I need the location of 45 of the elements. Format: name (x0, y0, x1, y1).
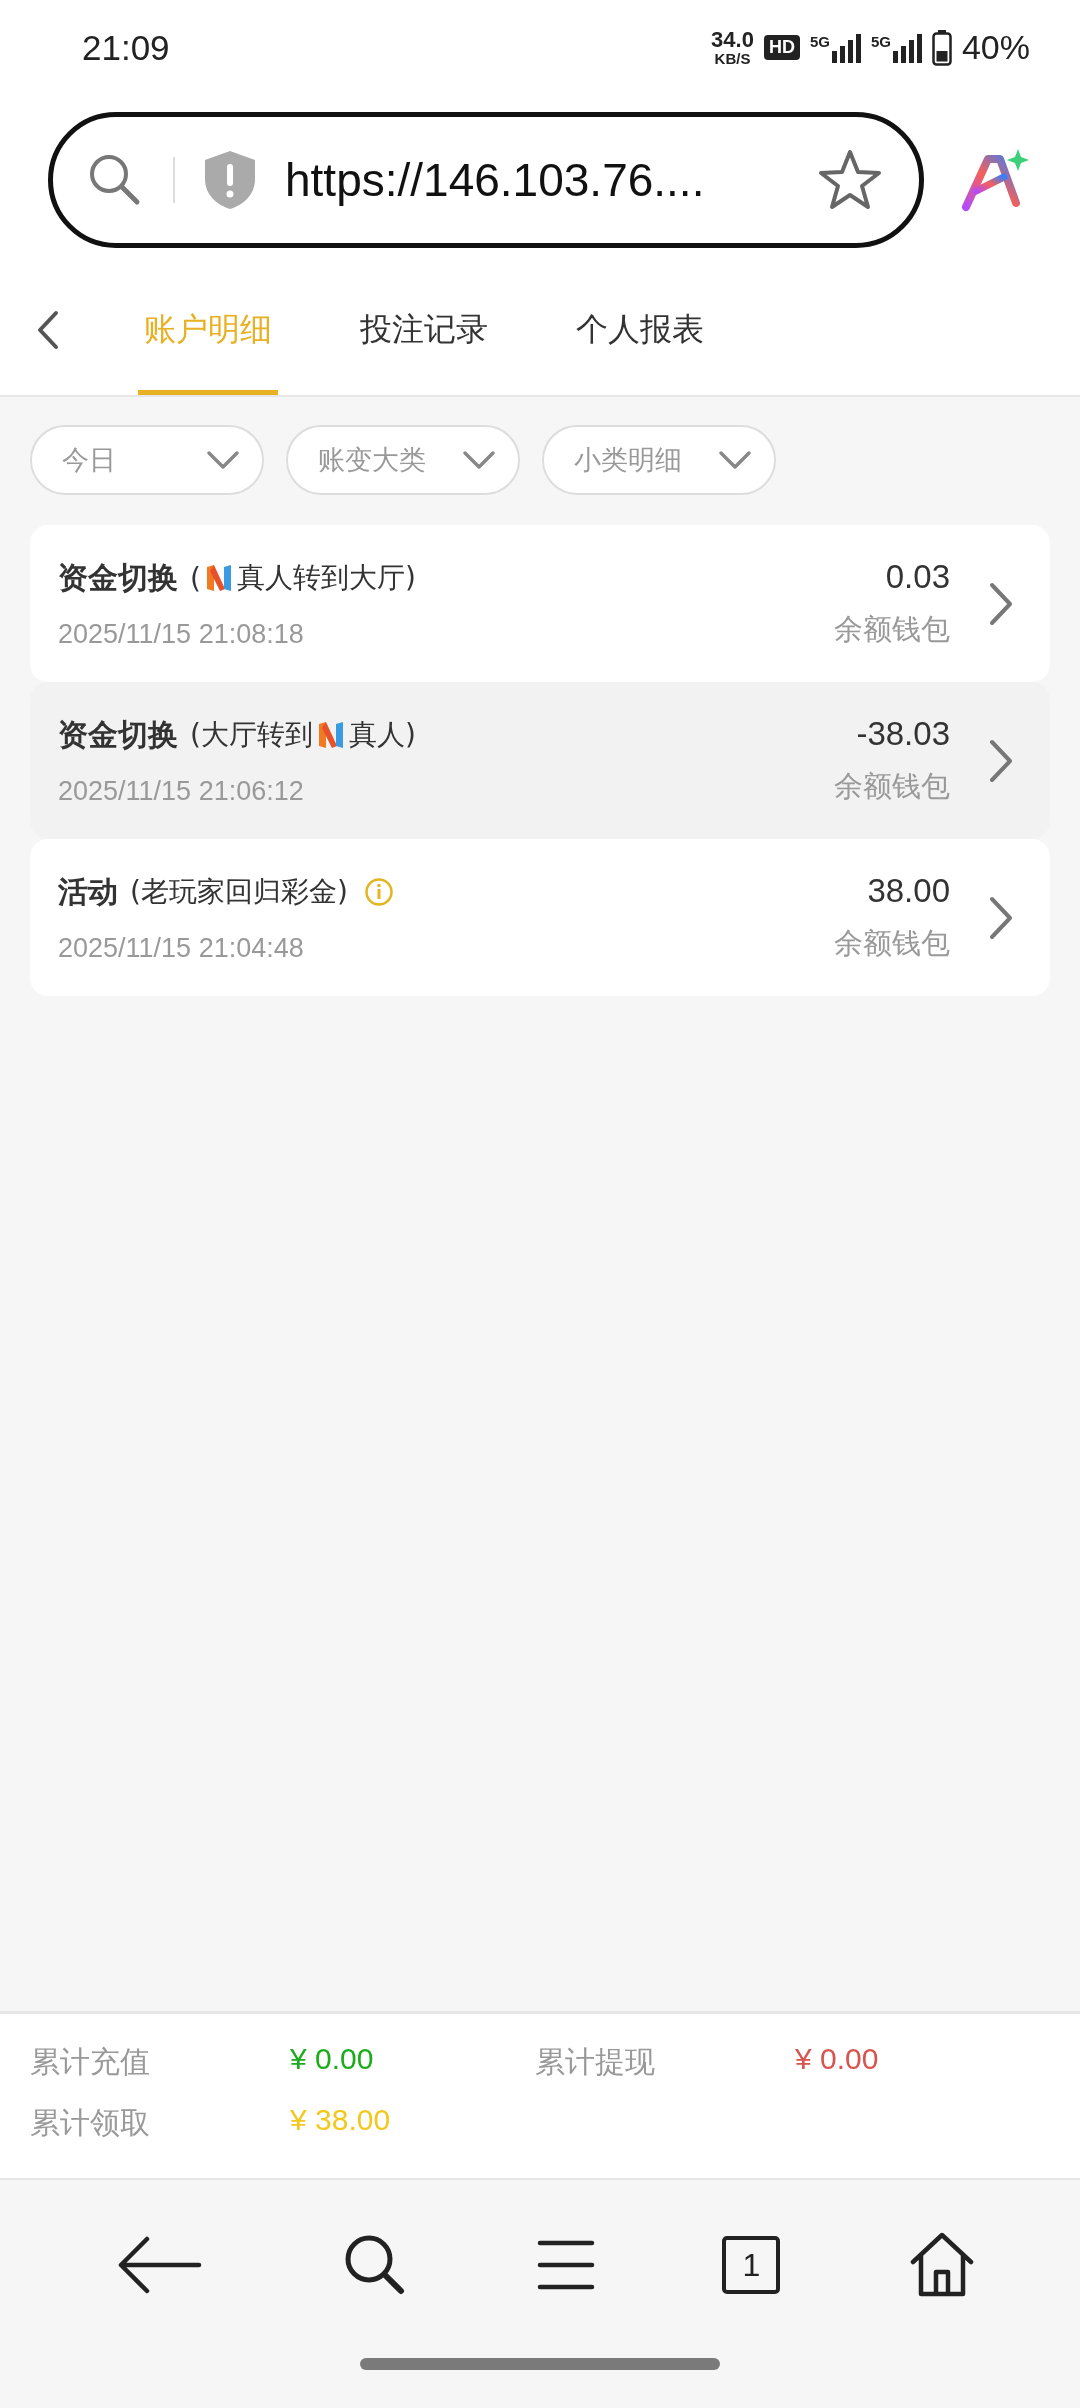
wallet-name: 余额钱包 (834, 610, 950, 648)
record-detail: ( (190, 561, 201, 595)
record-row[interactable]: 资金切换 (大厅转到 真人) 2025/11/15 21:06:12 -38.03 余额钱包 (30, 682, 1050, 839)
record-detail: (老玩家回归彩金) (130, 874, 348, 910)
wallet-name: 余额钱包 (834, 767, 950, 805)
signal-indicator: 5G (809, 32, 861, 63)
battery-icon (931, 29, 952, 66)
record-title: 活动 (58, 872, 118, 911)
url-text: https://146.103.76.... (285, 153, 706, 207)
record-amount: -38.03 (856, 714, 950, 753)
chevron-down-icon (718, 450, 752, 470)
summary-label: 累计提现 (535, 2043, 656, 2081)
signal-indicator: 5G (870, 32, 922, 63)
record-title: 资金切换 (58, 715, 178, 754)
battery-percent: 40% (961, 28, 1030, 67)
summary-label: 累计领取 (30, 2104, 151, 2142)
hd-badge: HD (763, 35, 800, 60)
star-icon[interactable] (817, 148, 883, 212)
record-detail: 真人) (348, 717, 416, 753)
network-speed: 34.0 KB/S (711, 29, 754, 66)
record-title: 资金切换 (58, 558, 178, 597)
record-time: 2025/11/15 21:04:48 (58, 932, 305, 964)
tab[interactable]: 个人报表 (570, 265, 710, 395)
record-amount: 38.00 (867, 871, 950, 910)
status-time: 21:09 (82, 27, 170, 68)
summary-value: ¥ 38.00 (290, 2103, 392, 2138)
tabs-count-button[interactable]: 1 (722, 2236, 781, 2294)
record-detail: 真人转到大厅) (236, 560, 416, 596)
summary-label: 累计充值 (30, 2043, 151, 2081)
brand-logo-icon (316, 720, 345, 750)
wallet-name: 余额钱包 (834, 924, 950, 962)
chevron-down-icon (206, 450, 240, 470)
record-time: 2025/11/15 21:06:12 (58, 775, 305, 807)
brand-logo-icon (204, 563, 233, 593)
ai-assistant-icon[interactable] (960, 147, 1030, 213)
summary-value: ¥ 0.00 (795, 2042, 880, 2077)
record-amount: 0.03 (885, 557, 950, 596)
summary-value: ¥ 0.00 (290, 2042, 375, 2077)
record-row[interactable]: 活动 (老玩家回归彩金) 2025/11/15 21:04:48 38.00 余额钱包 (30, 839, 1050, 996)
record-time: 2025/11/15 21:08:18 (58, 618, 305, 650)
chevron-down-icon (462, 450, 496, 470)
record-row[interactable]: 资金切换 ( 真人转到大厅) 2025/11/15 21:08:18 0.03 余额钱包 (30, 525, 1050, 682)
address-bar[interactable]: https://146.103.76.... (48, 112, 924, 248)
record-detail: (大厅转到 (190, 717, 313, 753)
tab[interactable]: 投注记录 (354, 265, 494, 395)
